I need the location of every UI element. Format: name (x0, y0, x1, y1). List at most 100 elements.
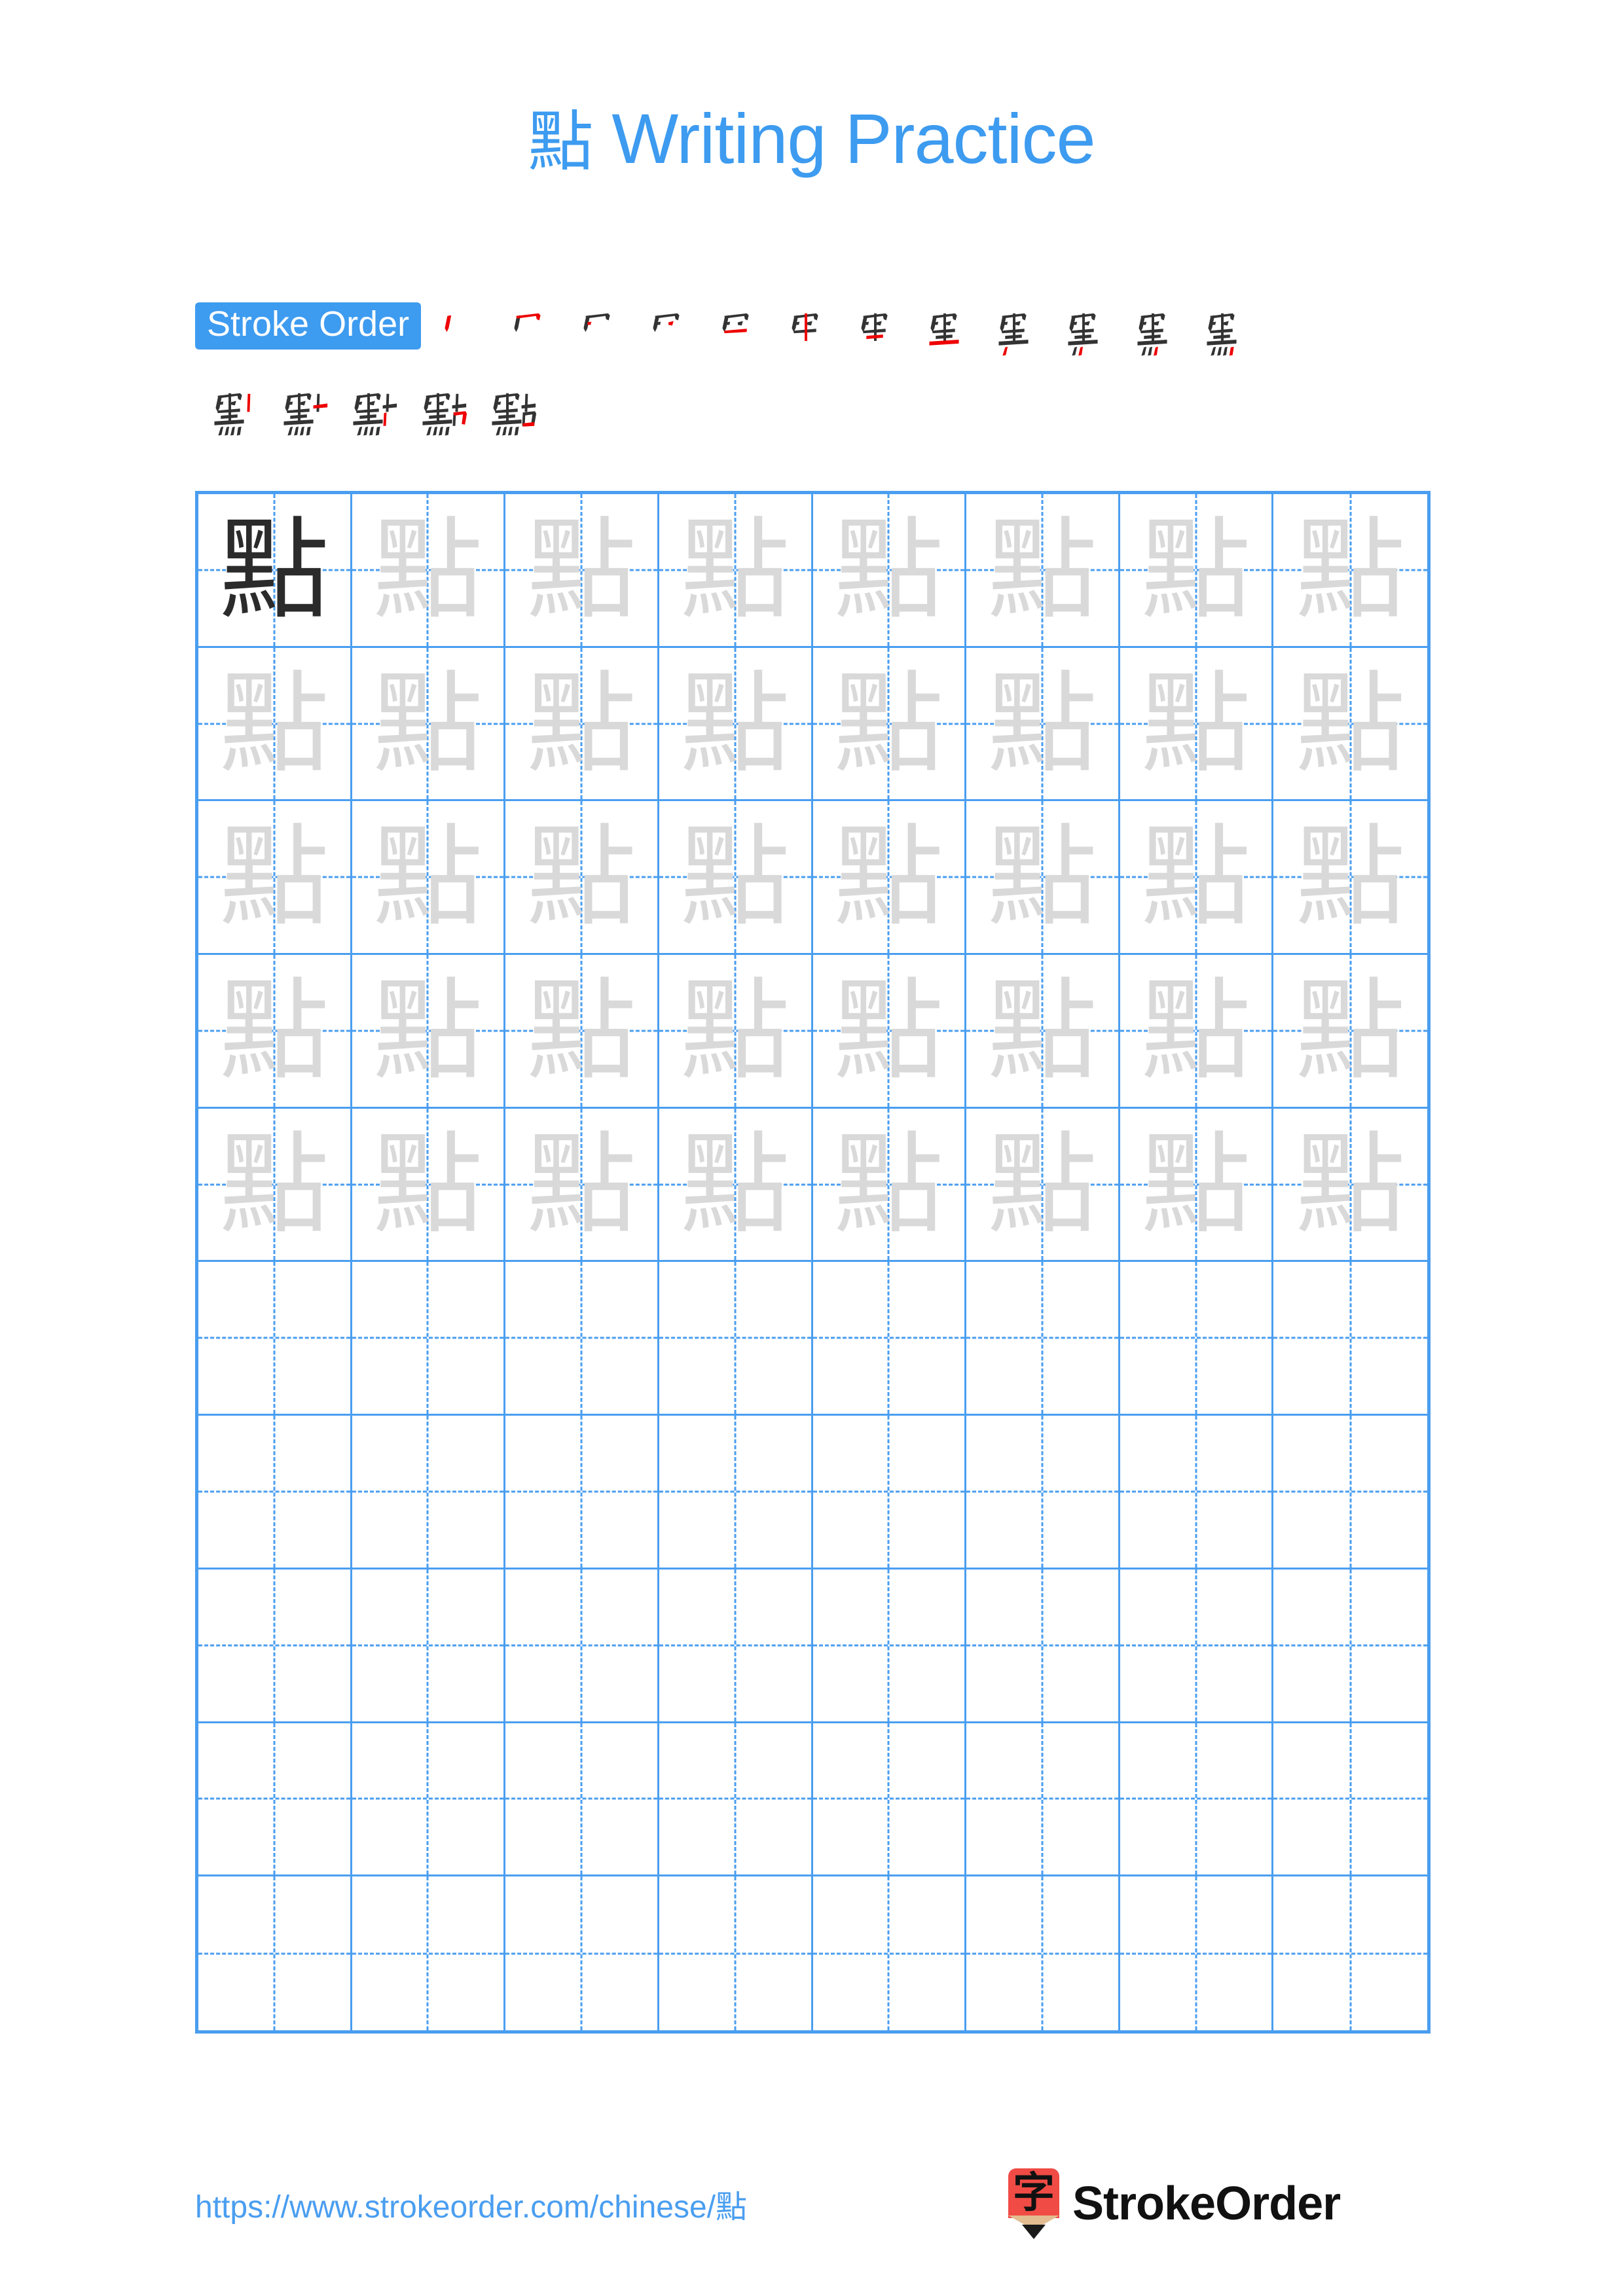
practice-cell[interactable]: 點 (1120, 955, 1274, 1109)
practice-cell[interactable]: 點 (352, 647, 506, 802)
practice-cell[interactable]: 點 (1273, 1109, 1427, 1263)
practice-cell[interactable] (659, 1876, 813, 2030)
practice-cell[interactable]: 點 (966, 955, 1120, 1109)
practice-cell[interactable] (198, 1416, 352, 1570)
stroke-order-row-1 (427, 302, 1260, 380)
practice-cell[interactable]: 點 (1120, 647, 1274, 802)
practice-cell[interactable]: 點 (1273, 801, 1427, 956)
practice-cell[interactable]: 點 (505, 647, 659, 802)
practice-cell[interactable]: 點 (505, 494, 659, 648)
practice-cell[interactable] (1120, 1569, 1274, 1723)
trace-character: 點 (833, 659, 944, 788)
trace-character: 點 (987, 505, 1097, 634)
practice-cell[interactable]: 點 (352, 955, 506, 1109)
practice-cell[interactable] (1120, 1416, 1274, 1570)
practice-cell[interactable] (966, 1723, 1120, 1877)
footer-logo[interactable]: 字 StrokeOrder (1008, 2168, 1341, 2240)
practice-cell[interactable]: 點 (198, 801, 352, 956)
practice-cell[interactable]: 點 (352, 1108, 506, 1263)
practice-cell[interactable] (1273, 1876, 1427, 2030)
practice-cell[interactable]: 點 (352, 494, 506, 648)
practice-cell[interactable]: 點 (352, 801, 506, 956)
practice-cell[interactable]: 點 (505, 801, 659, 956)
practice-cell[interactable] (352, 1723, 506, 1877)
practice-cell[interactable] (659, 1262, 813, 1416)
practice-cell[interactable]: 點 (1120, 801, 1274, 956)
page-title: 點 Writing Practice (0, 98, 1623, 179)
practice-cell[interactable] (659, 1416, 813, 1570)
stroke-order-step (475, 382, 539, 454)
practice-cell[interactable]: 點 (659, 801, 813, 956)
practice-cell[interactable]: 點 (659, 1108, 813, 1263)
practice-cell[interactable] (966, 1262, 1120, 1416)
practice-cell[interactable]: 點 (198, 647, 352, 802)
footer-url-link[interactable]: https://www.strokeorder.com/chinese/點 (195, 2181, 747, 2227)
practice-cell[interactable] (1120, 1723, 1274, 1877)
practice-cell[interactable]: 點 (198, 494, 352, 648)
practice-cell[interactable]: 點 (812, 801, 967, 956)
practice-cell[interactable] (198, 1569, 352, 1723)
practice-cell[interactable] (1273, 1262, 1427, 1416)
practice-cell[interactable]: 點 (198, 955, 352, 1109)
practice-cell[interactable]: 點 (812, 1108, 967, 1263)
practice-cell[interactable] (966, 1416, 1120, 1570)
practice-cell[interactable] (966, 1876, 1120, 2030)
practice-cell[interactable]: 點 (812, 955, 967, 1109)
stroke-order-step (635, 302, 699, 374)
stroke-order-step (982, 302, 1046, 374)
practice-cell[interactable]: 點 (659, 955, 813, 1109)
practice-cell[interactable] (198, 1723, 352, 1877)
practice-cell[interactable]: 點 (198, 1108, 352, 1263)
practice-cell[interactable]: 點 (1273, 648, 1427, 802)
practice-cell[interactable]: 點 (1273, 955, 1427, 1109)
practice-cell[interactable] (659, 1569, 813, 1723)
practice-cell[interactable] (659, 1723, 813, 1877)
practice-cell[interactable] (198, 1876, 352, 2030)
page-title-character: 點 (528, 103, 593, 180)
practice-cell[interactable]: 點 (659, 494, 813, 648)
practice-cell[interactable] (812, 1262, 967, 1416)
practice-cell[interactable] (352, 1876, 506, 2030)
practice-cell[interactable]: 點 (505, 1108, 659, 1263)
practice-cell[interactable]: 點 (659, 647, 813, 802)
stroke-order-step (1121, 302, 1185, 374)
practice-cell[interactable] (966, 1569, 1120, 1723)
practice-cell[interactable] (812, 1723, 967, 1877)
trace-character: 點 (219, 1120, 329, 1249)
practice-cell[interactable] (352, 1569, 506, 1723)
practice-cell[interactable]: 點 (1120, 494, 1274, 648)
practice-cell[interactable] (352, 1262, 506, 1416)
practice-cell[interactable] (505, 1262, 659, 1416)
trace-character: 點 (833, 966, 944, 1095)
practice-cell[interactable]: 點 (966, 1108, 1120, 1263)
trace-character: 點 (680, 505, 790, 634)
practice-cell[interactable] (1273, 1723, 1427, 1877)
practice-cell[interactable]: 點 (1120, 1108, 1274, 1263)
pencil-tip-shape (1022, 2225, 1046, 2239)
practice-cell[interactable] (505, 1723, 659, 1877)
practice-cell[interactable] (505, 1569, 659, 1723)
practice-cell[interactable] (505, 1416, 659, 1570)
practice-cell[interactable]: 點 (812, 494, 967, 648)
page-title-suffix: Writing Practice (593, 99, 1095, 178)
stroke-order-badge: Stroke Order (195, 302, 422, 350)
practice-cell[interactable]: 點 (966, 801, 1120, 956)
practice-cell[interactable] (813, 1876, 967, 2030)
practice-cell[interactable] (812, 1416, 967, 1570)
practice-cell[interactable] (1120, 1876, 1274, 2030)
practice-cell[interactable] (1273, 1416, 1427, 1570)
practice-cell[interactable] (198, 1262, 352, 1416)
trace-character: 點 (526, 813, 637, 942)
practice-cell[interactable] (1120, 1262, 1274, 1416)
practice-cell[interactable]: 點 (966, 494, 1120, 648)
practice-cell[interactable]: 點 (812, 647, 967, 802)
practice-cell[interactable]: 點 (966, 647, 1120, 802)
practice-cell[interactable]: 點 (1273, 494, 1427, 648)
practice-cell[interactable]: 點 (505, 955, 659, 1109)
practice-cell[interactable] (352, 1416, 506, 1570)
practice-cell[interactable] (812, 1569, 967, 1723)
model-character: 點 (219, 505, 329, 634)
practice-cell[interactable] (1273, 1570, 1427, 1723)
stroke-order-step (267, 382, 331, 454)
practice-cell[interactable] (505, 1876, 659, 2030)
